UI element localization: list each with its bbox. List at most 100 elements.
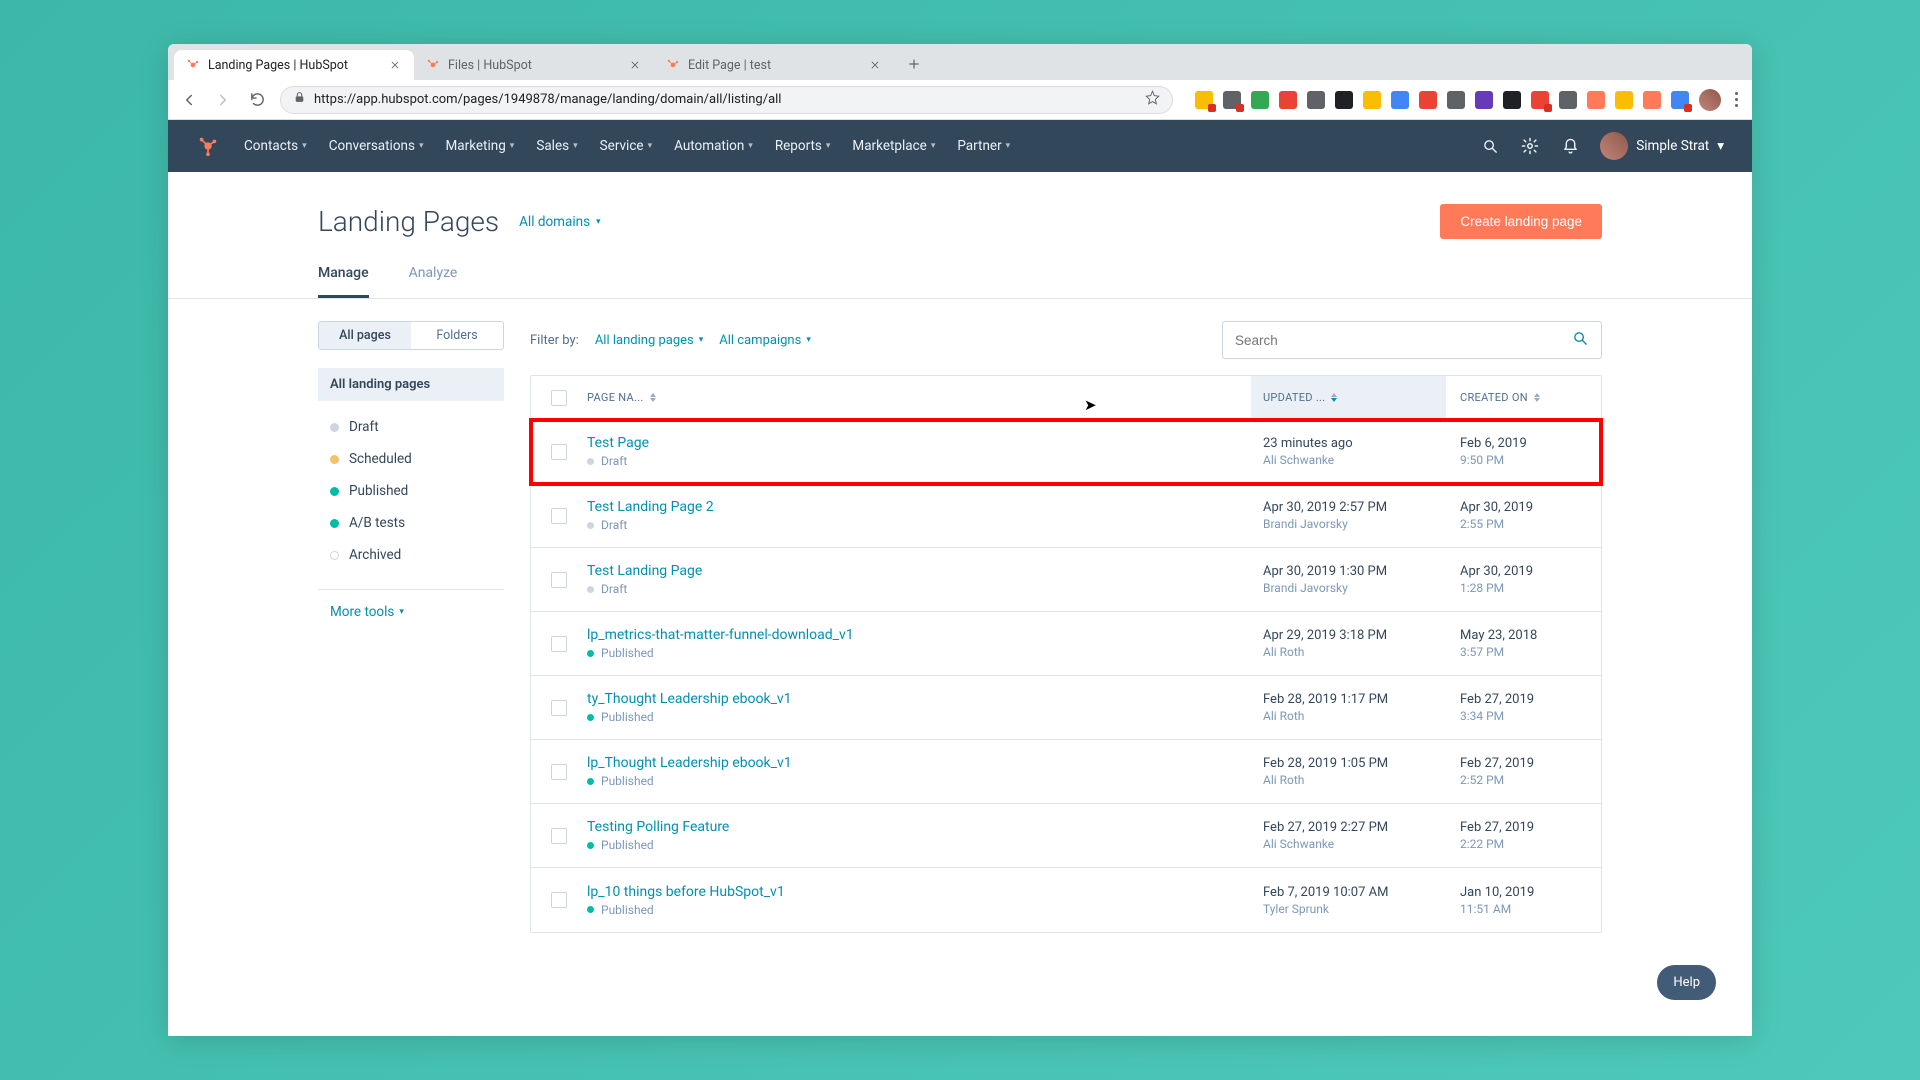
tab-close-icon[interactable] [628,58,642,72]
tab-close-icon[interactable] [388,58,402,72]
page-name-link[interactable]: ty_Thought Leadership ebook_v1 [587,691,1251,707]
settings-gear-icon[interactable] [1520,136,1540,156]
notifications-bell-icon[interactable] [1560,136,1580,156]
hubspot-logo-icon[interactable] [196,134,220,158]
select-all-checkbox[interactable] [551,390,567,406]
browser-tab[interactable]: Landing Pages | HubSpot [174,50,414,80]
nav-marketing[interactable]: Marketing▾ [445,138,514,154]
extension-icon[interactable] [1643,91,1661,109]
nav-partner[interactable]: Partner▾ [957,138,1010,154]
tab-manage[interactable]: Manage [318,265,369,298]
search-icon[interactable] [1572,330,1589,351]
back-button[interactable] [178,89,200,111]
extension-icon[interactable] [1475,91,1493,109]
browser-menu-button[interactable] [1731,88,1742,111]
status-dot-icon [330,551,339,560]
domain-selector[interactable]: All domains ▾ [519,214,600,230]
search-input[interactable] [1235,333,1572,348]
nav-reports[interactable]: Reports▾ [775,138,831,154]
status-dot-icon [330,519,339,528]
lock-icon [293,91,306,108]
account-selector[interactable]: Simple Strat ▾ [1600,132,1724,160]
page-name-link[interactable]: Test Landing Page 2 [587,499,1251,515]
row-checkbox[interactable] [551,892,567,908]
status-dot-icon [587,586,594,593]
row-checkbox[interactable] [551,508,567,524]
extension-icon[interactable] [1195,91,1213,109]
extension-icon[interactable] [1447,91,1465,109]
nav-automation[interactable]: Automation▾ [674,138,753,154]
sidebar-status-a-b-tests[interactable]: A/B tests [318,507,504,539]
row-checkbox[interactable] [551,700,567,716]
row-checkbox[interactable] [551,828,567,844]
page-name-link[interactable]: lp_10 things before HubSpot_v1 [587,884,1251,900]
nav-sales[interactable]: Sales▾ [536,138,577,154]
extension-icon[interactable] [1559,91,1577,109]
extension-icon[interactable] [1363,91,1381,109]
forward-button[interactable] [212,89,234,111]
col-updated[interactable]: UPDATED ... [1251,376,1446,419]
sidebar-status-archived[interactable]: Archived [318,539,504,571]
extension-icon[interactable] [1671,91,1689,109]
sidebar-category[interactable]: All landing pages [318,368,504,401]
page-name-link[interactable]: lp_Thought Leadership ebook_v1 [587,755,1251,771]
extension-icon[interactable] [1587,91,1605,109]
extension-icon[interactable] [1279,91,1297,109]
extension-icon[interactable] [1251,91,1269,109]
extension-icon[interactable] [1223,91,1241,109]
sidebar-status-draft[interactable]: Draft [318,411,504,443]
page-name-link[interactable]: lp_metrics-that-matter-funnel-download_v… [587,627,1251,643]
browser-tab[interactable]: Files | HubSpot [414,50,654,80]
bookmark-star-icon[interactable] [1145,90,1160,109]
more-tools-dropdown[interactable]: More tools ▾ [318,604,504,620]
account-avatar [1600,132,1628,160]
row-checkbox[interactable] [551,764,567,780]
search-field[interactable] [1222,321,1602,359]
seg-all-pages[interactable]: All pages [319,322,411,349]
chevron-down-icon: ▾ [573,141,578,151]
filter-landing-pages[interactable]: All landing pages ▾ [595,333,703,348]
seg-folders[interactable]: Folders [411,322,503,349]
nav-marketplace[interactable]: Marketplace▾ [852,138,935,154]
row-checkbox[interactable] [551,572,567,588]
create-landing-page-button[interactable]: Create landing page [1440,204,1602,239]
url-field[interactable]: https://app.hubspot.com/pages/1949878/ma… [280,86,1173,114]
extension-icon[interactable] [1307,91,1325,109]
sidebar-status-published[interactable]: Published [318,475,504,507]
tab-analyze[interactable]: Analyze [409,265,458,298]
page-name-link[interactable]: Test Page [587,435,1251,451]
table-row: lp_10 things before HubSpot_v1 Published… [531,868,1601,932]
extension-icon[interactable] [1615,91,1633,109]
page-status: Published [601,646,654,660]
extension-icon[interactable] [1419,91,1437,109]
new-tab-button[interactable] [900,50,928,78]
sidebar-status-scheduled[interactable]: Scheduled [318,443,504,475]
table-row: ty_Thought Leadership ebook_v1 Published… [531,676,1601,740]
nav-conversations[interactable]: Conversations▾ [329,138,424,154]
extension-icon[interactable] [1503,91,1521,109]
browser-tab[interactable]: Edit Page | test [654,50,894,80]
nav-service[interactable]: Service▾ [600,138,652,154]
row-checkbox[interactable] [551,636,567,652]
extension-icon[interactable] [1335,91,1353,109]
col-page-name[interactable]: PAGE NA... [587,391,1251,404]
col-created[interactable]: CREATED ON [1446,391,1601,404]
profile-avatar[interactable] [1699,89,1721,111]
search-icon[interactable] [1480,136,1500,156]
tab-close-icon[interactable] [868,58,882,72]
status-dot-icon [330,487,339,496]
chevron-down-icon: ▾ [806,335,811,345]
extension-icon[interactable] [1391,91,1409,109]
filter-campaigns[interactable]: All campaigns ▾ [719,333,811,348]
created-time: 3:57 PM [1460,645,1587,659]
tab-label: Landing Pages | HubSpot [208,58,348,73]
nav-contacts[interactable]: Contacts▾ [244,138,307,154]
help-button[interactable]: Help [1657,965,1716,1000]
reload-button[interactable] [246,89,268,111]
page-name-link[interactable]: Test Landing Page [587,563,1251,579]
updated-by: Ali Schwanke [1263,837,1434,851]
row-checkbox[interactable] [551,444,567,460]
extension-icon[interactable] [1531,91,1549,109]
page-name-link[interactable]: Testing Polling Feature [587,819,1251,835]
chevron-down-icon: ▾ [419,141,424,151]
